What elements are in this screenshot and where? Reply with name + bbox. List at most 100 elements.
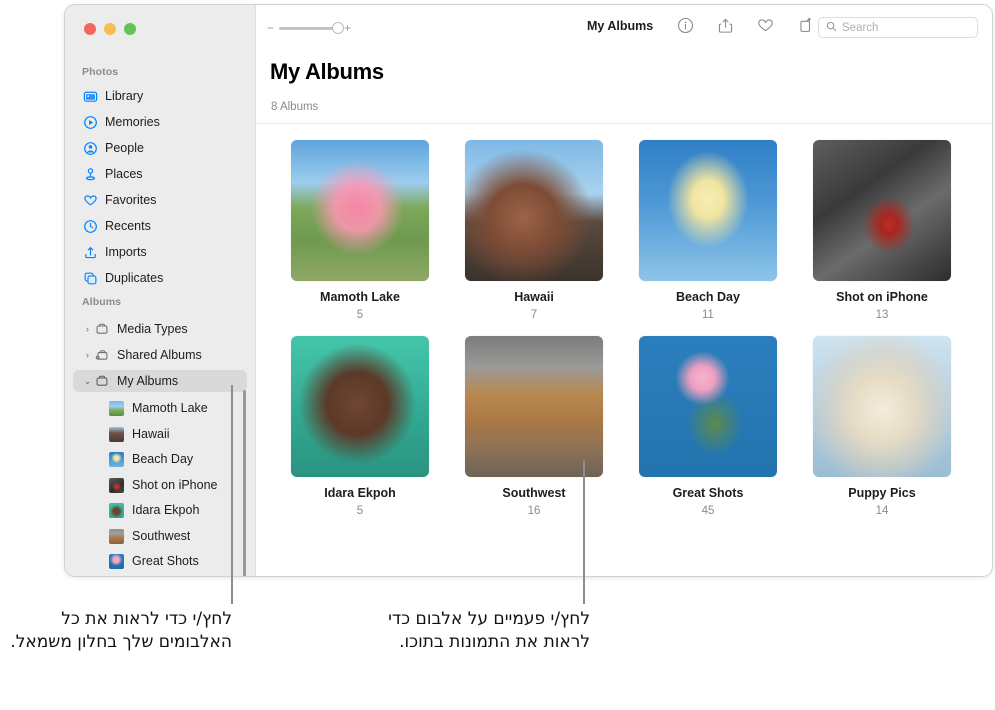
album-count: 45 xyxy=(701,504,715,517)
toolbar-actions xyxy=(676,16,815,35)
sidebar-item-label: Imports xyxy=(105,245,147,259)
sidebar-scrollbar[interactable] xyxy=(243,390,246,576)
share-icon[interactable] xyxy=(716,16,735,35)
sidebar-album-puppy-pics[interactable]: Puppy Pics xyxy=(73,573,247,576)
library-icon xyxy=(82,88,98,104)
album-thumbnail xyxy=(109,553,124,569)
sidebar-item-duplicates[interactable]: Duplicates xyxy=(73,267,247,289)
info-icon[interactable] xyxy=(676,16,695,35)
sidebar-group-label: My Albums xyxy=(117,374,179,388)
album-card[interactable]: Shot on iPhone 13 xyxy=(808,140,956,321)
search-placeholder: Search xyxy=(842,21,879,34)
import-icon xyxy=(82,244,98,260)
album-card[interactable]: Mamoth Lake 5 xyxy=(286,140,434,321)
album-grid: Mamoth Lake 5 Hawaii 7 Beach Day 11 Shot… xyxy=(286,140,978,517)
sidebar-group-label: Media Types xyxy=(117,322,188,336)
favorite-heart-icon[interactable] xyxy=(756,16,775,35)
sidebar-item-label: Recents xyxy=(105,219,151,233)
sidebar-album-label: Southwest xyxy=(132,529,191,543)
sidebar-album-label: Hawaii xyxy=(132,427,170,441)
album-thumbnail[interactable] xyxy=(813,140,951,281)
album-thumbnail xyxy=(109,528,124,544)
sidebar-album-great-shots[interactable]: Great Shots xyxy=(73,550,247,572)
album-card[interactable]: Hawaii 7 xyxy=(460,140,608,321)
sidebar-album-southwest[interactable]: Southwest xyxy=(73,525,247,547)
search-field[interactable]: Search xyxy=(818,17,978,38)
album-thumbnail[interactable] xyxy=(291,140,429,281)
album-count: 16 xyxy=(527,504,541,517)
sidebar-album-idara-ekpoh[interactable]: Idara Ekpoh xyxy=(73,499,247,521)
sidebar-item-label: Memories xyxy=(105,115,160,129)
sidebar-group-shared-albums[interactable]: › Shared Albums xyxy=(73,344,247,366)
search-icon xyxy=(826,19,837,37)
sidebar-item-imports[interactable]: Imports xyxy=(73,241,247,263)
memories-icon xyxy=(82,114,98,130)
heart-icon xyxy=(82,192,98,208)
album-count: 5 xyxy=(356,308,364,321)
people-icon xyxy=(82,140,98,156)
callout-text-sidebar: לחץ/י כדי לראות את כל האלבומים שלך בחלון… xyxy=(10,609,232,653)
album-card[interactable]: Southwest 16 xyxy=(460,336,608,517)
clock-icon xyxy=(82,218,98,234)
chevron-right-icon[interactable]: › xyxy=(82,350,93,360)
album-name: Southwest xyxy=(502,486,566,500)
album-thumbnail xyxy=(109,400,124,416)
album-thumbnail[interactable] xyxy=(639,140,777,281)
album-thumbnail xyxy=(109,426,124,442)
sidebar-item-favorites[interactable]: Favorites xyxy=(73,189,247,211)
folder-icon xyxy=(94,373,110,389)
folder-icon xyxy=(94,321,110,337)
album-name: Shot on iPhone xyxy=(836,290,928,304)
maximize-button[interactable] xyxy=(124,23,136,35)
callout-leader-line-1 xyxy=(231,385,233,604)
album-thumbnail[interactable] xyxy=(639,336,777,477)
sidebar-group-media-types[interactable]: › Media Types xyxy=(73,318,247,340)
sidebar-section-photos-header: Photos xyxy=(82,66,119,78)
album-thumbnail[interactable] xyxy=(291,336,429,477)
sidebar-album-label: Idara Ekpoh xyxy=(132,503,200,517)
album-count: 5 xyxy=(356,504,364,517)
sidebar-album-beach-day[interactable]: Beach Day xyxy=(73,448,247,470)
zoom-slider[interactable]: − + xyxy=(267,21,351,34)
chevron-right-icon[interactable]: › xyxy=(82,324,93,334)
album-count: 13 xyxy=(875,308,889,321)
album-name: Idara Ekpoh xyxy=(324,486,396,500)
rotate-icon[interactable] xyxy=(796,16,815,35)
album-card[interactable]: Great Shots 45 xyxy=(634,336,782,517)
sidebar-group-my-albums[interactable]: ⌄ My Albums xyxy=(73,370,247,392)
sidebar-album-label: Mamoth Lake xyxy=(132,401,208,415)
sidebar-item-recents[interactable]: Recents xyxy=(73,215,247,237)
sidebar-item-label: Favorites xyxy=(105,193,157,207)
album-card[interactable]: Idara Ekpoh 5 xyxy=(286,336,434,517)
zoom-out-icon[interactable]: − xyxy=(267,22,274,34)
album-name: Mamoth Lake xyxy=(320,290,400,304)
sidebar-album-mamoth-lake[interactable]: Mamoth Lake xyxy=(73,397,247,419)
album-name: Hawaii xyxy=(514,290,554,304)
album-thumbnail[interactable] xyxy=(465,336,603,477)
sidebar-album-hawaii[interactable]: Hawaii xyxy=(73,423,247,445)
content-pane: − + My Albums Search My Albums 8 Albums … xyxy=(255,5,992,576)
zoom-slider-knob[interactable] xyxy=(332,21,345,34)
album-name: Beach Day xyxy=(676,290,740,304)
album-thumbnail[interactable] xyxy=(465,140,603,281)
album-card[interactable]: Puppy Pics 14 xyxy=(808,336,956,517)
sidebar-album-shot-on-iphone[interactable]: Shot on iPhone xyxy=(73,474,247,496)
album-thumbnail[interactable] xyxy=(813,336,951,477)
chevron-down-icon[interactable]: ⌄ xyxy=(82,376,93,387)
sidebar-item-places[interactable]: Places xyxy=(73,163,247,185)
album-thumbnail xyxy=(109,477,124,493)
sidebar: Photos Library Memories People Places Fa… xyxy=(65,5,255,576)
sidebar-item-library[interactable]: Library xyxy=(73,85,247,107)
album-name: Great Shots xyxy=(672,486,744,500)
zoom-slider-track[interactable] xyxy=(279,21,345,34)
album-count-label: 8 Albums xyxy=(271,101,319,113)
sidebar-album-label: Shot on iPhone xyxy=(132,478,218,492)
sidebar-item-people[interactable]: People xyxy=(73,137,247,159)
zoom-in-icon[interactable]: + xyxy=(344,22,351,34)
page-title: My Albums xyxy=(270,59,384,84)
sidebar-item-memories[interactable]: Memories xyxy=(73,111,247,133)
sidebar-item-label: People xyxy=(105,141,144,155)
close-button[interactable] xyxy=(84,23,96,35)
minimize-button[interactable] xyxy=(104,23,116,35)
album-card[interactable]: Beach Day 11 xyxy=(634,140,782,321)
